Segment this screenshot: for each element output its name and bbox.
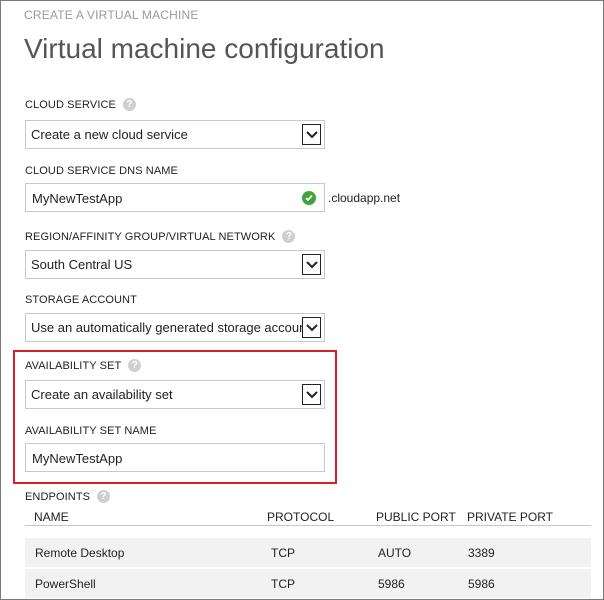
help-icon[interactable]: ? [122, 98, 136, 111]
valid-check-icon [302, 191, 316, 205]
cloud-service-select[interactable]: Create a new cloud service [25, 120, 325, 149]
help-icon[interactable]: ? [128, 359, 142, 372]
dns-name-input[interactable]: MyNewTestApp [25, 183, 325, 212]
table-row[interactable]: PowerShell TCP 5986 5986 [25, 569, 591, 598]
dns-suffix: .cloudapp.net [328, 191, 401, 205]
endpoints-label-text: ENDPOINTS [25, 490, 91, 503]
storage-select[interactable]: Use an automatically generated storage a… [25, 313, 325, 342]
help-icon[interactable]: ? [282, 230, 296, 243]
storage-label-text: STORAGE ACCOUNT [25, 294, 137, 306]
region-selected-value: South Central US [31, 257, 133, 272]
chevron-down-icon[interactable] [302, 384, 321, 405]
cloud-service-selected-value: Create a new cloud service [31, 127, 188, 142]
endpoint-name: Remote Desktop [35, 546, 125, 560]
chevron-down-icon[interactable] [302, 124, 321, 145]
cloud-service-label-text: CLOUD SERVICE [25, 98, 116, 111]
endpoint-protocol: TCP [271, 546, 295, 560]
region-label-text: REGION/AFFINITY GROUP/VIRTUAL NETWORK [25, 230, 276, 243]
dns-name-label: CLOUD SERVICE DNS NAME [25, 165, 178, 177]
chevron-down-icon[interactable] [302, 254, 321, 275]
wizard-breadcrumb: CREATE A VIRTUAL MACHINE [24, 8, 199, 22]
storage-label: STORAGE ACCOUNT [25, 294, 137, 306]
column-header-public-port: PUBLIC PORT [376, 510, 456, 524]
availability-set-name-value: MyNewTestApp [32, 451, 123, 466]
chevron-down-icon[interactable] [302, 317, 321, 338]
table-row[interactable]: Remote Desktop TCP AUTO 3389 [25, 538, 591, 567]
endpoint-private-port: 3389 [468, 546, 495, 560]
availability-set-name-label: AVAILABILITY SET NAME [25, 425, 157, 437]
availability-set-name-input[interactable]: MyNewTestApp [25, 443, 325, 472]
endpoints-table: NAME PROTOCOL PUBLIC PORT PRIVATE PORT R… [25, 507, 591, 598]
endpoints-table-header: NAME PROTOCOL PUBLIC PORT PRIVATE PORT [25, 507, 591, 526]
dns-name-value: MyNewTestApp [32, 191, 123, 206]
column-header-private-port: PRIVATE PORT [467, 510, 554, 524]
region-label: REGION/AFFINITY GROUP/VIRTUAL NETWORK ? [25, 230, 296, 243]
region-select[interactable]: South Central US [25, 250, 325, 279]
availability-set-label-text: AVAILABILITY SET [25, 359, 122, 372]
availability-set-selected-value: Create an availability set [31, 387, 173, 402]
availability-set-label: AVAILABILITY SET ? [25, 359, 142, 372]
availability-set-select[interactable]: Create an availability set [25, 380, 325, 409]
endpoint-public-port: 5986 [378, 577, 405, 591]
endpoint-private-port: 5986 [468, 577, 495, 591]
column-header-protocol: PROTOCOL [267, 510, 335, 524]
column-header-name: NAME [34, 510, 69, 524]
cloud-service-label: CLOUD SERVICE ? [25, 98, 136, 111]
page-title: Virtual machine configuration [24, 33, 385, 64]
dns-name-label-text: CLOUD SERVICE DNS NAME [25, 165, 178, 177]
endpoint-protocol: TCP [271, 577, 295, 591]
endpoints-label: ENDPOINTS ? [25, 490, 111, 503]
endpoint-public-port: AUTO [378, 546, 412, 560]
availability-set-name-label-text: AVAILABILITY SET NAME [25, 425, 157, 437]
endpoint-name: PowerShell [35, 577, 96, 591]
storage-selected-value: Use an automatically generated storage a… [31, 320, 303, 335]
help-icon[interactable]: ? [97, 490, 111, 503]
